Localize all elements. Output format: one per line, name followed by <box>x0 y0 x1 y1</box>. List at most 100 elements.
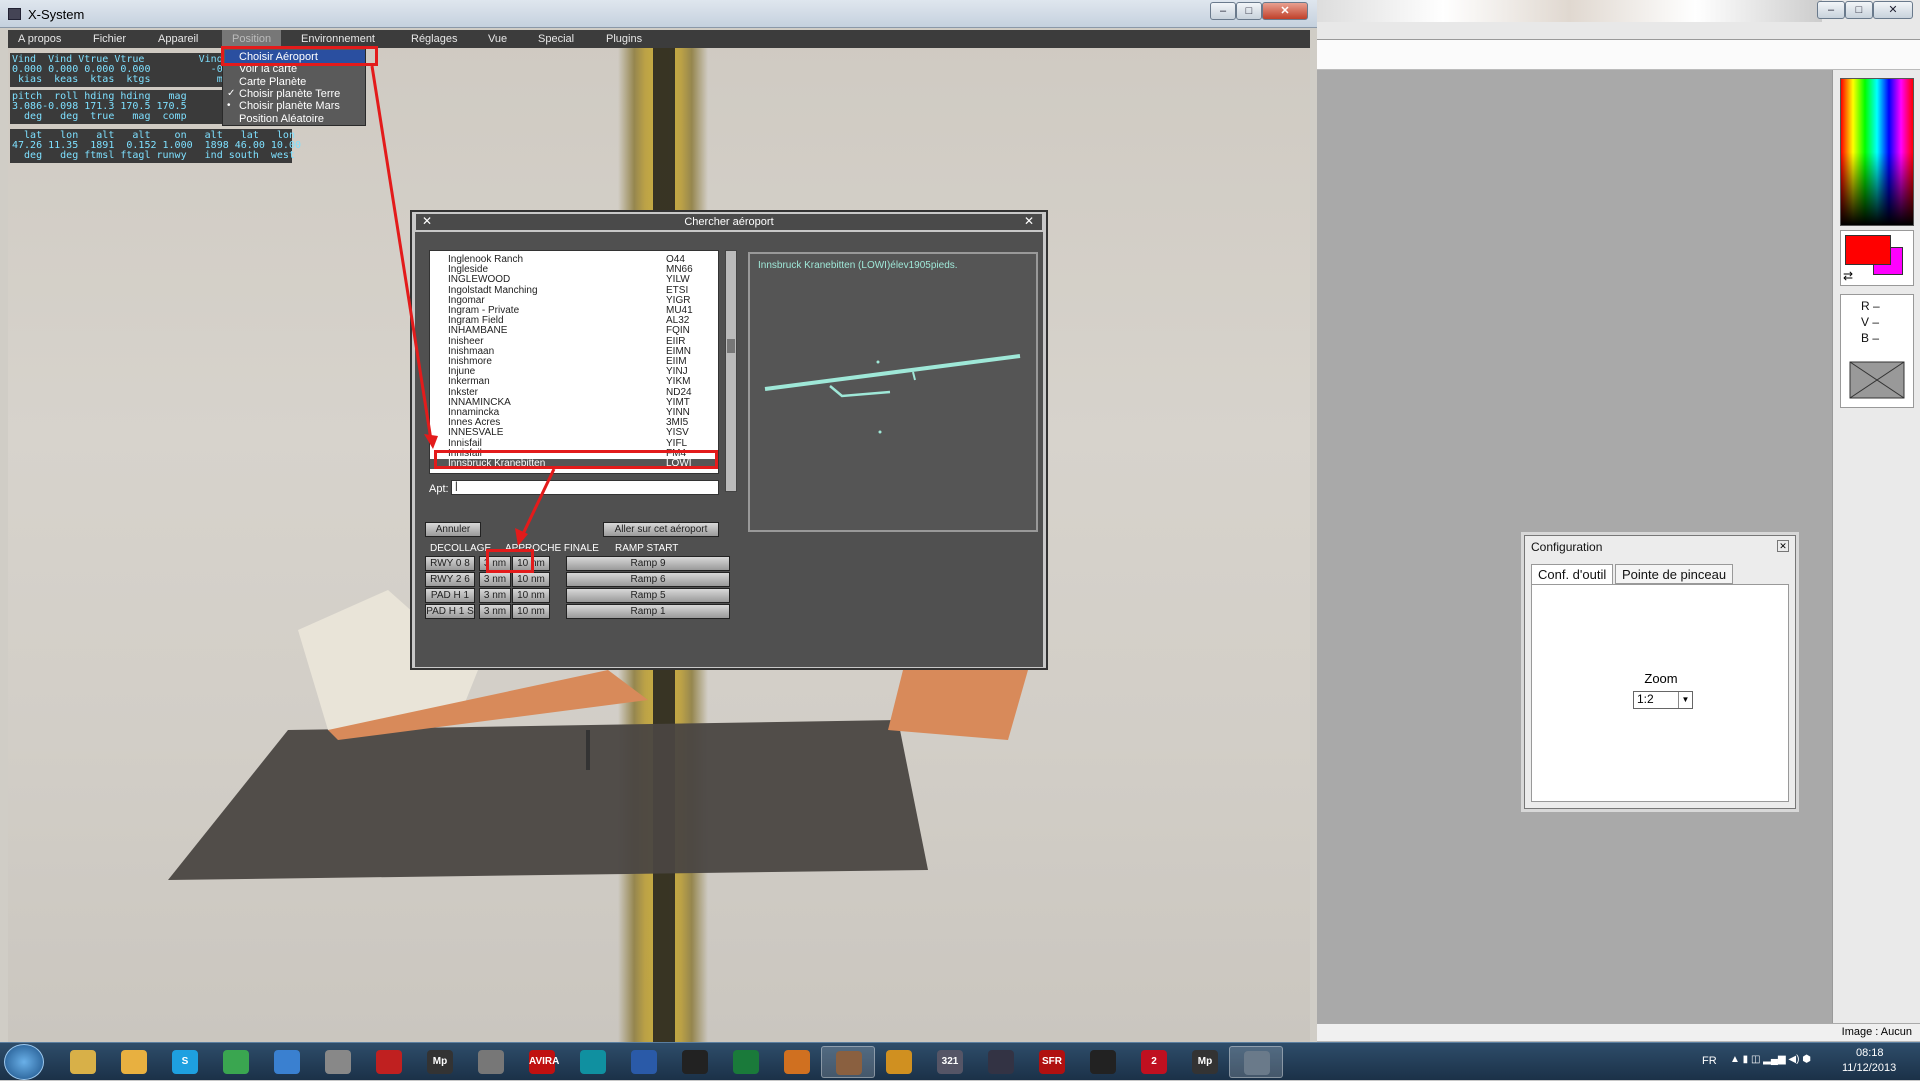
color-picker[interactable] <box>1840 78 1914 226</box>
taskbar-mp-button[interactable]: Mp <box>413 1046 467 1078</box>
taskbar-media-button[interactable] <box>974 1046 1028 1078</box>
zoom-label: Zoom <box>1644 671 1678 686</box>
taskbar-mp2-button[interactable]: Mp <box>1178 1046 1232 1078</box>
menu-apropos[interactable]: A propos <box>18 33 61 45</box>
internet-explorer-icon <box>274 1050 300 1074</box>
menuitem-planete-terre[interactable]: Choisir planète Terre <box>239 88 340 100</box>
taskbar-internet-explorer-button[interactable] <box>260 1046 314 1078</box>
bullet-icon: • <box>227 100 231 111</box>
paint-minimize-button[interactable]: – <box>1817 1 1845 19</box>
spring-icon <box>325 1050 351 1074</box>
taskbar-app-button[interactable] <box>770 1046 824 1078</box>
airport-list[interactable]: Inglenook Ranch O44 Ingleside MN66 INGLEWOOD… <box>429 250 719 474</box>
taskbar-321-button[interactable]: 321 <box>923 1046 977 1078</box>
runway-button[interactable]: PAD H 1 N <box>425 588 475 614</box>
ramp-button[interactable]: Ramp 1 <box>566 604 730 619</box>
taskbar-2-button[interactable]: 2 <box>1127 1046 1181 1078</box>
goto-airport-button[interactable]: Aller sur cet aéroport <box>603 522 719 537</box>
rgb-panel: R – V – B – <box>1840 294 1914 408</box>
taskbar-word-button[interactable] <box>617 1046 671 1078</box>
annotation-box-menu <box>221 46 378 66</box>
clock-date[interactable]: 11/12/2013 <box>1842 1062 1896 1074</box>
close-button[interactable]: ✕ <box>1262 2 1308 20</box>
runway-button[interactable]: PAD H 1 S <box>425 604 475 619</box>
taskbar-tool-button[interactable] <box>464 1046 518 1078</box>
ramp-button[interactable]: Ramp 6 <box>566 572 730 587</box>
dialog-close-icon-right[interactable]: ✕ <box>1024 214 1034 228</box>
zoom-select[interactable]: 1:2 ▼ <box>1633 691 1693 709</box>
annotation-box-approach <box>486 549 534 573</box>
taskbar-avira-button[interactable]: AVIRA <box>515 1046 569 1078</box>
menu-vue[interactable]: Vue <box>488 33 507 45</box>
minimize-button[interactable]: – <box>1210 2 1236 20</box>
ramp-button[interactable]: Ramp 5 <box>566 588 730 603</box>
airport-list-item[interactable]: INGLEWOOD YILW <box>430 275 718 285</box>
taskbar-paint-button[interactable] <box>821 1046 875 1078</box>
airport-list-scrollbar[interactable] <box>725 250 737 492</box>
menu-environnement[interactable]: Environnement <box>301 33 375 45</box>
menuitem-planete-mars[interactable]: Choisir planète Mars <box>239 100 340 112</box>
taskbar-nvidia-button[interactable] <box>668 1046 722 1078</box>
menu-special[interactable]: Special <box>538 33 574 45</box>
word-icon <box>631 1050 657 1074</box>
cancel-button[interactable]: Annuler <box>425 522 481 537</box>
apt-label: Apt: <box>429 483 449 495</box>
paint-titlebar[interactable]: – □ ✕ <box>1317 0 1920 40</box>
clock-time[interactable]: 08:18 <box>1856 1047 1884 1059</box>
approach-10nm-button[interactable]: 10 nm <box>512 588 550 603</box>
runway-button[interactable]: RWY 2 6 <box>425 572 475 587</box>
chevron-down-icon[interactable]: ▼ <box>1678 692 1692 708</box>
tab-conf-outil[interactable]: Conf. d'outil <box>1531 564 1614 584</box>
steam-icon <box>1090 1050 1116 1074</box>
start-button[interactable] <box>4 1044 44 1080</box>
xsystem-titlebar[interactable]: X-System – □ ✕ <box>0 0 1317 28</box>
sfr-icon: SFR <box>1039 1050 1065 1074</box>
menu-reglages[interactable]: Réglages <box>411 33 457 45</box>
browser-thumbnail-strip <box>1317 0 1822 22</box>
menu-appareil[interactable]: Appareil <box>158 33 198 45</box>
swap-icon[interactable]: ⇄ <box>1843 269 1853 283</box>
approach-10nm-button[interactable]: 10 nm <box>512 604 550 619</box>
paint-close-button[interactable]: ✕ <box>1873 1 1913 19</box>
taskbar-steam-button[interactable] <box>1076 1046 1130 1078</box>
maximize-button[interactable]: □ <box>1236 2 1262 20</box>
tray-icons[interactable]: ▲ ▮ ◫ ▂▄▆ ◀) ⬢ <box>1730 1054 1811 1065</box>
approach-3nm-button[interactable]: 3 nm <box>479 588 511 603</box>
approach-10nm-button[interactable]: 10 nm <box>512 572 550 587</box>
taskbar-sfr-button[interactable]: SFR <box>1025 1046 1079 1078</box>
taskbar-chrome-button[interactable] <box>209 1046 263 1078</box>
menuitem-position-aleatoire[interactable]: Position Aléatoire <box>239 113 324 125</box>
hud-position: lat lon alt alt on alt lat lon 47.26 11.… <box>10 129 301 163</box>
ramp-button[interactable]: Ramp 9 <box>566 556 730 571</box>
primary-color[interactable] <box>1845 235 1891 265</box>
taskbar-explorer-button[interactable] <box>56 1046 110 1078</box>
airport-list-item[interactable]: Inkerman YIKM <box>430 377 718 387</box>
taskbar-spring-button[interactable] <box>311 1046 365 1078</box>
airport-list-item[interactable]: INNESVALE YISV <box>430 428 718 438</box>
config-close-icon[interactable]: ✕ <box>1777 540 1789 552</box>
taskbar-gimp-button[interactable] <box>872 1046 926 1078</box>
lang-indicator[interactable]: FR <box>1702 1055 1717 1067</box>
taskbar-winamp-button[interactable] <box>107 1046 161 1078</box>
tab-pointe-pinceau[interactable]: Pointe de pinceau <box>1615 564 1734 584</box>
paint-maximize-button[interactable]: □ <box>1845 1 1873 19</box>
menu-plugins[interactable]: Plugins <box>606 33 642 45</box>
explorer-icon <box>70 1050 96 1074</box>
approach-3nm-button[interactable]: 3 nm <box>479 572 511 587</box>
runway-button[interactable]: RWY 0 8 <box>425 556 475 571</box>
menuitem-carte-planete[interactable]: Carte Planète <box>239 76 306 88</box>
taskbar-arduino-button[interactable] <box>566 1046 620 1078</box>
airport-list-item[interactable]: INHAMBANE FQIN <box>430 326 718 336</box>
gimp-icon <box>886 1050 912 1074</box>
taskbar-excel-button[interactable] <box>719 1046 773 1078</box>
scroll-thumb[interactable] <box>727 339 735 353</box>
nvidia-icon <box>682 1050 708 1074</box>
dialog-close-icon[interactable]: ✕ <box>422 214 432 228</box>
menu-fichier[interactable]: Fichier <box>93 33 126 45</box>
avira-icon: AVIRA <box>529 1050 559 1074</box>
apt-search-input[interactable]: | <box>451 480 719 495</box>
taskbar-skype-button[interactable]: S <box>158 1046 212 1078</box>
taskbar-flash-button[interactable] <box>362 1046 416 1078</box>
taskbar-xplane-button[interactable] <box>1229 1046 1283 1078</box>
approach-3nm-button[interactable]: 3 nm <box>479 604 511 619</box>
